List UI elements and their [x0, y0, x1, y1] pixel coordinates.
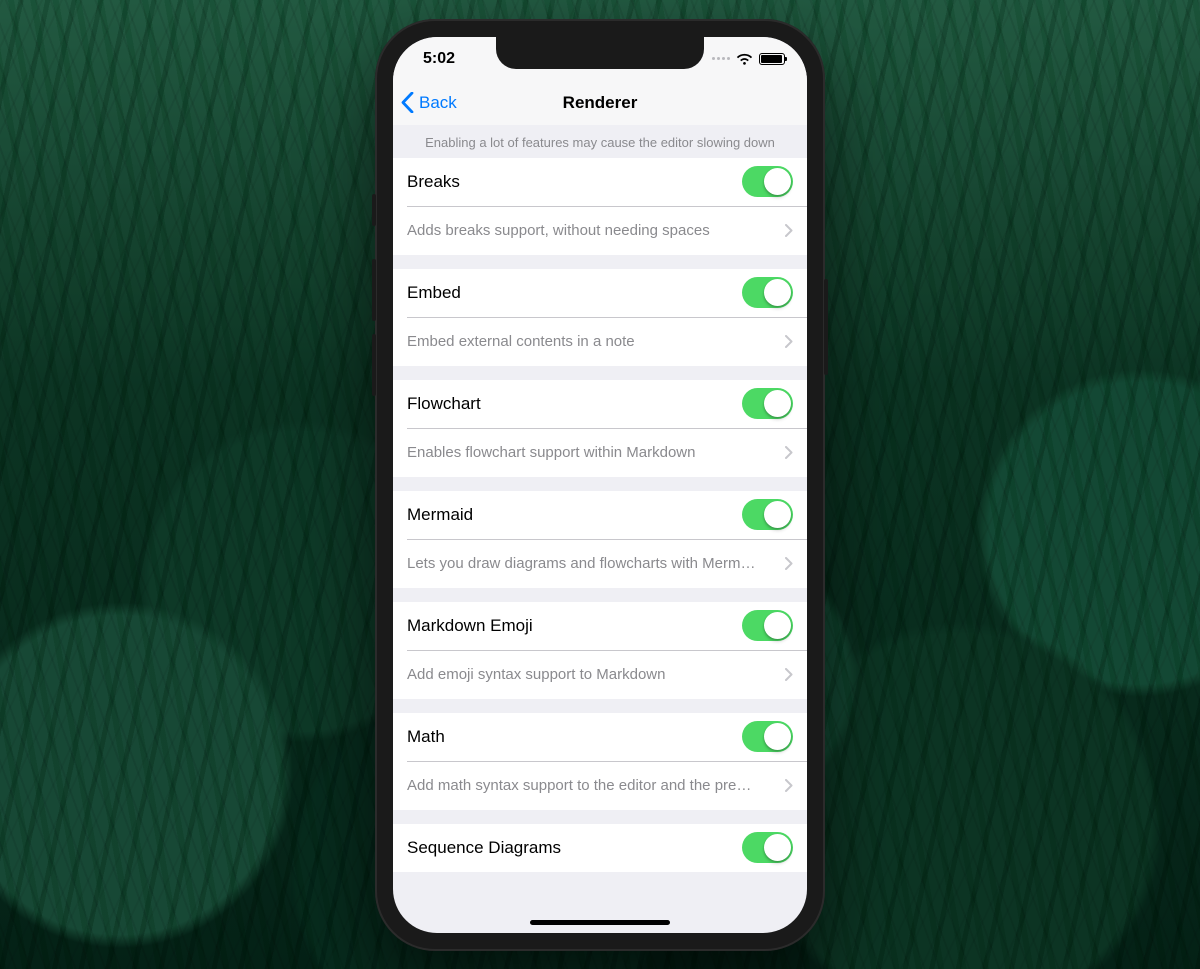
chevron-right-icon [785, 335, 793, 348]
setting-desc: Add emoji syntax support to Markdown [407, 666, 785, 683]
volume-up-button [372, 259, 376, 321]
back-label: Back [419, 93, 457, 113]
setting-group: Mermaid Lets you draw diagrams and flowch… [393, 491, 807, 602]
setting-label: Markdown Emoji [407, 616, 533, 636]
battery-icon [759, 53, 785, 65]
settings-hint: Enabling a lot of features may cause the… [393, 125, 807, 158]
setting-group: Sequence Diagrams [393, 824, 807, 886]
setting-desc-row-embed[interactable]: Embed external contents in a note [393, 318, 807, 366]
setting-desc-row-math[interactable]: Add math syntax support to the editor an… [393, 762, 807, 810]
setting-desc-row-breaks[interactable]: Adds breaks support, without needing spa… [393, 207, 807, 255]
toggle-flowchart[interactable] [742, 388, 793, 419]
toggle-breaks[interactable] [742, 166, 793, 197]
home-indicator[interactable] [530, 920, 670, 925]
cellular-dots-icon [712, 57, 730, 60]
setting-row-breaks: Breaks [393, 158, 807, 206]
setting-label: Flowchart [407, 394, 481, 414]
setting-label: Mermaid [407, 505, 473, 525]
wifi-icon [736, 53, 753, 65]
setting-group: Embed Embed external contents in a note [393, 269, 807, 380]
setting-desc: Lets you draw diagrams and flowcharts wi… [407, 555, 785, 572]
setting-row-markdown-emoji: Markdown Emoji [393, 602, 807, 650]
setting-desc: Add math syntax support to the editor an… [407, 777, 785, 794]
chevron-left-icon [401, 92, 414, 113]
notch [496, 37, 704, 69]
setting-label: Sequence Diagrams [407, 838, 561, 858]
setting-row-mermaid: Mermaid [393, 491, 807, 539]
setting-desc: Adds breaks support, without needing spa… [407, 222, 785, 239]
toggle-sequence-diagrams[interactable] [742, 832, 793, 863]
setting-row-embed: Embed [393, 269, 807, 317]
nav-bar: Back Renderer [393, 81, 807, 126]
volume-down-button [372, 334, 376, 396]
toggle-embed[interactable] [742, 277, 793, 308]
chevron-right-icon [785, 224, 793, 237]
toggle-markdown-emoji[interactable] [742, 610, 793, 641]
screen: 5:02 Back Renderer Enabling a lot of fea… [393, 37, 807, 933]
setting-desc: Embed external contents in a note [407, 333, 785, 350]
setting-label: Math [407, 727, 445, 747]
setting-desc: Enables flowchart support within Markdow… [407, 444, 785, 461]
chevron-right-icon [785, 446, 793, 459]
setting-group: Math Add math syntax support to the edito… [393, 713, 807, 824]
chevron-right-icon [785, 668, 793, 681]
chevron-right-icon [785, 779, 793, 792]
mute-switch [372, 194, 376, 226]
setting-row-math: Math [393, 713, 807, 761]
device-frame: 5:02 Back Renderer Enabling a lot of fea… [375, 19, 825, 951]
setting-group: Flowchart Enables flowchart support withi… [393, 380, 807, 491]
setting-label: Breaks [407, 172, 460, 192]
chevron-right-icon [785, 557, 793, 570]
setting-row-flowchart: Flowchart [393, 380, 807, 428]
power-button [824, 279, 828, 375]
back-button[interactable]: Back [401, 81, 457, 125]
page-title: Renderer [563, 93, 638, 113]
toggle-mermaid[interactable] [742, 499, 793, 530]
setting-desc-row-mermaid[interactable]: Lets you draw diagrams and flowcharts wi… [393, 540, 807, 588]
setting-desc-row-flowchart[interactable]: Enables flowchart support within Markdow… [393, 429, 807, 477]
setting-desc-row-markdown-emoji[interactable]: Add emoji syntax support to Markdown [393, 651, 807, 699]
setting-label: Embed [407, 283, 461, 303]
setting-group: Markdown Emoji Add emoji syntax support t… [393, 602, 807, 713]
status-time: 5:02 [423, 50, 455, 68]
setting-row-sequence-diagrams: Sequence Diagrams [393, 824, 807, 872]
settings-list[interactable]: Enabling a lot of features may cause the… [393, 125, 807, 933]
setting-group: Breaks Adds breaks support, without needi… [393, 158, 807, 269]
toggle-math[interactable] [742, 721, 793, 752]
